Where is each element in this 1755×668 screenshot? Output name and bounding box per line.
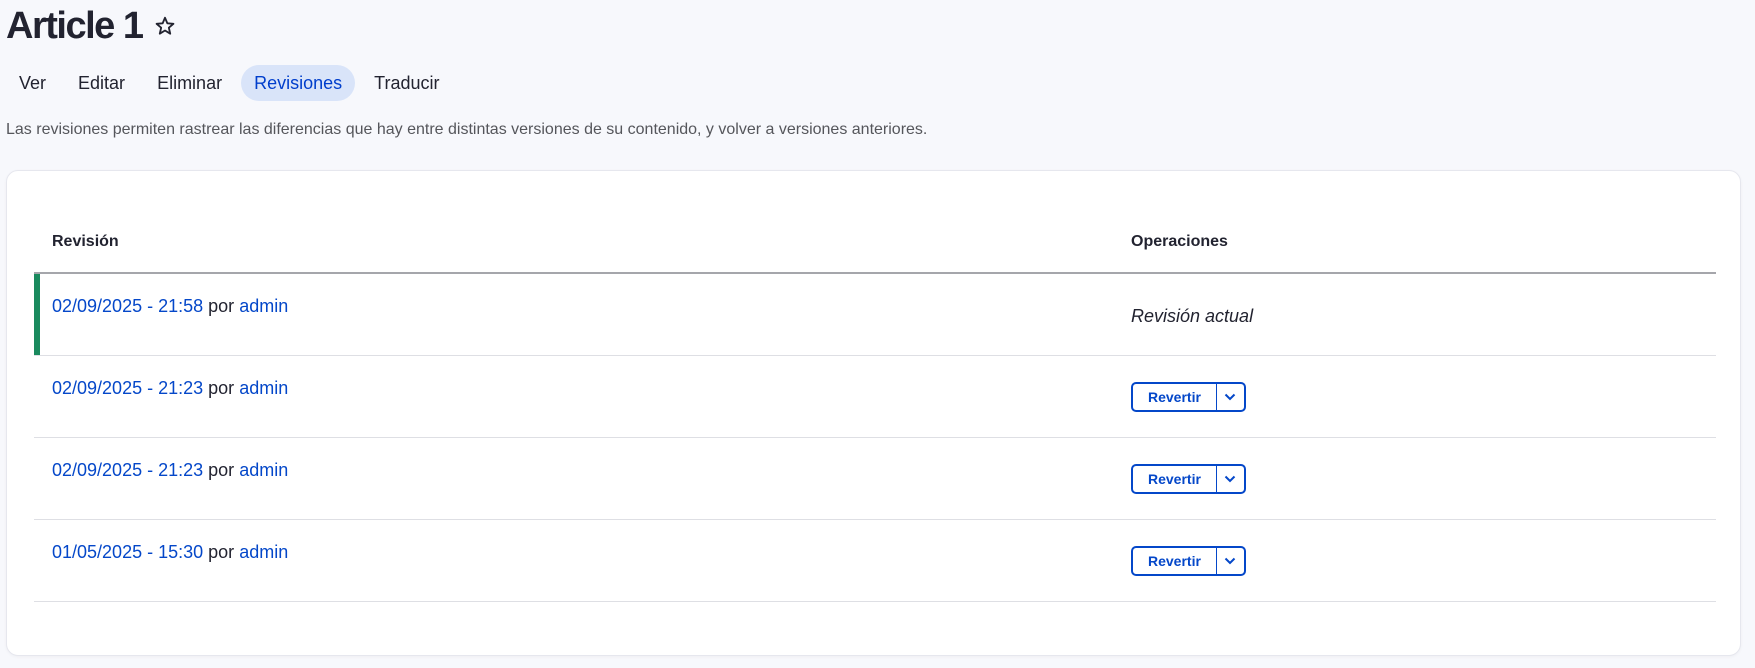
revision-by-text: por	[208, 542, 235, 562]
revisions-card: Revisión Operaciones 02/09/2025 - 21:58 …	[6, 170, 1741, 656]
revision-cell: 02/09/2025 - 21:23 por admin	[52, 378, 288, 399]
revision-author-link[interactable]: admin	[239, 542, 288, 562]
revision-author-link[interactable]: admin	[239, 460, 288, 480]
page-title: Article 1	[6, 5, 144, 47]
revision-date-link[interactable]: 02/09/2025 - 21:23	[52, 460, 203, 480]
column-header-operations: Operaciones	[1131, 233, 1228, 250]
chevron-down-icon	[1225, 557, 1236, 565]
revert-dropbutton: Revertir	[1131, 546, 1246, 576]
revision-by-text: por	[208, 460, 235, 480]
revision-date-link[interactable]: 01/05/2025 - 15:30	[52, 542, 203, 562]
revert-button[interactable]: Revertir	[1133, 384, 1217, 410]
revert-dropbutton: Revertir	[1131, 464, 1246, 494]
dropbutton-toggle[interactable]	[1217, 466, 1244, 492]
revision-author-link[interactable]: admin	[239, 378, 288, 398]
tab-ver[interactable]: Ver	[6, 65, 59, 101]
table-row: 01/05/2025 - 15:30 por admin Revertir	[34, 520, 1716, 602]
tab-revisiones[interactable]: Revisiones	[241, 65, 356, 101]
column-header-revision: Revisión	[52, 233, 119, 250]
revision-cell: 02/09/2025 - 21:23 por admin	[52, 460, 288, 481]
revert-dropbutton: Revertir	[1131, 382, 1246, 412]
revision-date-link[interactable]: 02/09/2025 - 21:58	[52, 296, 203, 316]
tab-traducir[interactable]: Traducir	[361, 65, 452, 101]
revision-by-text: por	[208, 296, 235, 316]
table-row: 02/09/2025 - 21:23 por admin Revertir	[34, 356, 1716, 438]
table-row: 02/09/2025 - 21:23 por admin Revertir	[34, 438, 1716, 520]
revision-author-link[interactable]: admin	[239, 296, 288, 316]
current-revision-label: Revisión actual	[1131, 306, 1254, 326]
chevron-down-icon	[1225, 475, 1236, 483]
dropbutton-toggle[interactable]	[1217, 548, 1244, 574]
page-description: Las revisiones permiten rastrear las dif…	[6, 121, 928, 138]
table-header: Revisión Operaciones	[34, 211, 1716, 274]
tab-editar[interactable]: Editar	[65, 65, 138, 101]
star-icon[interactable]	[154, 15, 176, 37]
revision-cell: 01/05/2025 - 15:30 por admin	[52, 542, 288, 563]
tab-eliminar[interactable]: Eliminar	[144, 65, 235, 101]
primary-tabs: Ver Editar Eliminar Revisiones Traducir	[6, 65, 458, 101]
revision-by-text: por	[208, 378, 235, 398]
table-row: 02/09/2025 - 21:58 por admin Revisión ac…	[34, 274, 1716, 356]
page-header: Article 1	[6, 0, 176, 52]
revert-button[interactable]: Revertir	[1133, 466, 1217, 492]
chevron-down-icon	[1225, 393, 1236, 401]
dropbutton-toggle[interactable]	[1217, 384, 1244, 410]
revisions-table: Revisión Operaciones 02/09/2025 - 21:58 …	[34, 211, 1716, 602]
revision-date-link[interactable]: 02/09/2025 - 21:23	[52, 378, 203, 398]
revert-button[interactable]: Revertir	[1133, 548, 1217, 574]
revision-cell: 02/09/2025 - 21:58 por admin	[52, 296, 288, 317]
